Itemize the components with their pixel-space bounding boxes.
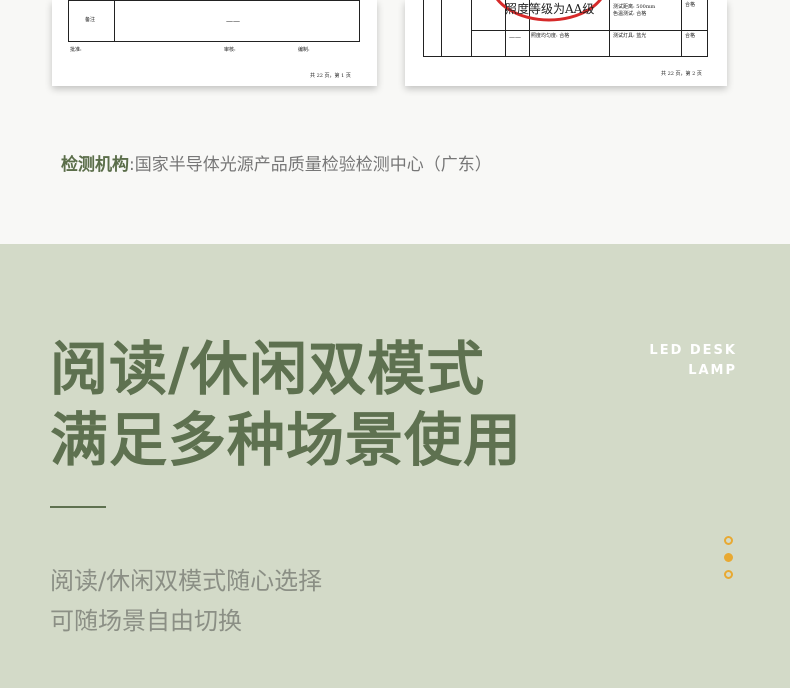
- testing-org-line: 检测机构:国家半导体光源产品质量检验检测中心（广东）: [61, 150, 492, 175]
- stamp-text: 照度等级为AA级: [505, 2, 595, 16]
- approve-label: 批准:: [70, 47, 82, 53]
- cell-text: 测试距离: 500mm: [613, 4, 656, 10]
- decorative-dots-icon: [724, 536, 734, 587]
- brand-line-2: LAMP: [688, 363, 737, 378]
- table-divider: [114, 0, 115, 42]
- table-divider: [441, 0, 442, 57]
- cell-text: 照度均匀度: 合格: [531, 33, 570, 39]
- testing-org-value: 国家半导体光源产品质量检验检测中心（广东）: [134, 155, 492, 175]
- certificate-section: 备注 —— 批准: 审核: 编制: 共 22 页，第 1 页 照度等级为AA级 …: [0, 0, 790, 244]
- table-row-divider: [471, 30, 708, 31]
- remark-value: ——: [226, 17, 240, 25]
- page-footer: 共 22 页，第 1 页: [310, 73, 351, 79]
- headline-line-2: 满足多种场景使用: [50, 406, 523, 474]
- description-line-1: 阅读/休闲双模式随心选择: [50, 567, 323, 595]
- result-cell: 合格: [685, 33, 696, 39]
- test-report-page-2: 照度等级为AA级 测试距离: 500mm 色温测试: 合格 合格 —— 照度均匀…: [405, 0, 727, 86]
- table-divider: [471, 0, 472, 57]
- cell-text: 测试灯具: 蓝光: [613, 33, 647, 39]
- result-cell: 合格: [685, 2, 696, 8]
- description-line-2: 可随场景自由切换: [50, 607, 242, 635]
- brand-label: LED DESK LAMP: [649, 341, 737, 381]
- compile-label: 编制:: [298, 47, 310, 53]
- ring-dot-icon: [724, 570, 733, 579]
- cell-dash: ——: [509, 34, 521, 41]
- report-table: [68, 0, 360, 42]
- remark-label: 备注: [85, 17, 96, 23]
- table-divider: [681, 0, 682, 57]
- test-report-page-1: 备注 —— 批准: 审核: 编制: 共 22 页，第 1 页: [52, 0, 377, 86]
- review-label: 审核:: [224, 47, 236, 53]
- page-footer: 共 22 页，第 2 页: [661, 71, 702, 77]
- headline-line-1: 阅读/休闲双模式: [50, 335, 486, 403]
- feature-panel: 阅读/休闲双模式 满足多种场景使用 LED DESK LAMP 阅读/休闲双模式…: [0, 244, 790, 688]
- cell-text: 色温测试: 合格: [613, 11, 647, 17]
- brand-line-1: LED DESK: [649, 343, 737, 358]
- section-divider: [50, 506, 106, 508]
- filled-dot-icon: [724, 553, 733, 562]
- testing-org-label: 检测机构: [61, 155, 129, 175]
- ring-dot-icon: [724, 536, 733, 545]
